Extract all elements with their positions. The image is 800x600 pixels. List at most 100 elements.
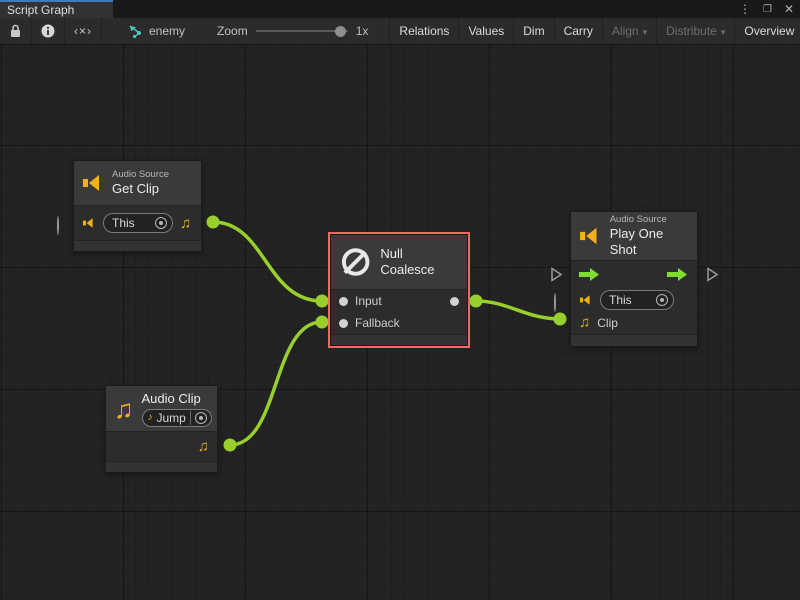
dim-button[interactable]: Dim [514, 18, 554, 44]
target-object-field[interactable]: This [600, 290, 674, 310]
target-value: This [609, 293, 650, 307]
align-label: Align [612, 24, 639, 38]
green-arrow-icon [667, 267, 689, 282]
result-output-port[interactable] [450, 297, 459, 306]
flow-input-triangle[interactable] [550, 267, 563, 282]
audio-source-icon-small [82, 217, 96, 229]
wire-endpoint[interactable] [207, 216, 220, 229]
wire-endpoint[interactable] [470, 295, 483, 308]
node-header: Audio Source Get Clip [74, 161, 201, 206]
node-footer [571, 334, 697, 346]
node-get-clip[interactable]: Audio Source Get Clip This ♫ [73, 160, 202, 252]
target-row: This [571, 288, 697, 311]
distribute-label: Distribute [666, 24, 717, 38]
overview-label: Overview [744, 24, 794, 38]
wire-audioclip-to-fallback[interactable] [230, 322, 322, 445]
zoom-value: 1x [356, 24, 369, 38]
target-value: This [112, 216, 149, 230]
node-title: Play One Shot [610, 226, 689, 258]
zoom-slider-handle[interactable] [335, 26, 346, 37]
triangle-port-icon [550, 267, 563, 282]
music-note-icon: ♪ [148, 413, 153, 423]
null-coalesce-icon [339, 245, 372, 279]
graph-pointer-icon [129, 25, 143, 38]
script-graph-window: Script Graph ⋮ ❐ ✕ ‹×› [0, 0, 800, 600]
wire-output-to-clip[interactable] [476, 301, 560, 319]
maximize-icon[interactable]: ❐ [763, 4, 772, 15]
node-port-row: ♫ [106, 432, 217, 461]
target-object-field[interactable]: This [103, 213, 173, 233]
audio-clip-icon: ♫ [114, 396, 134, 422]
flow-output-port[interactable] [667, 267, 689, 282]
object-picker-icon[interactable] [656, 294, 668, 306]
wire-endpoint[interactable] [316, 295, 329, 308]
wire-endpoint[interactable] [316, 316, 329, 329]
node-footer [331, 334, 467, 345]
graph-canvas[interactable]: Audio Source Get Clip This ♫ [0, 45, 800, 600]
node-title: Get Clip [112, 181, 169, 197]
align-dropdown[interactable]: Align ▾ [603, 18, 657, 44]
node-footer [106, 461, 217, 472]
wire-endpoint[interactable] [224, 439, 237, 452]
this-input-port[interactable] [554, 294, 556, 312]
relations-button[interactable]: Relations [389, 18, 459, 44]
inspect-button[interactable] [32, 18, 65, 44]
this-input-port[interactable] [57, 217, 59, 235]
object-picker-icon[interactable] [155, 217, 167, 229]
relations-label: Relations [399, 24, 449, 38]
zoom-slider[interactable] [256, 24, 348, 38]
carry-label: Carry [564, 24, 593, 38]
wire-endpoint[interactable] [554, 313, 567, 326]
node-header: Audio Source Play One Shot [571, 212, 697, 261]
input-port-row: Input [331, 290, 467, 312]
node-header: ♫ Audio Clip ♪ Jump [106, 386, 217, 432]
tab-bar: Script Graph ⋮ ❐ ✕ [0, 0, 800, 18]
values-button[interactable]: Values [459, 18, 514, 44]
circle-port-icon [57, 216, 59, 235]
menu-kebab-icon[interactable]: ⋮ [739, 2, 751, 16]
node-play-one-shot[interactable]: Audio Source Play One Shot [570, 211, 698, 347]
control-flow-row [571, 261, 697, 288]
graph-name-label: enemy [149, 24, 185, 38]
variable-field[interactable]: ♪ Jump [142, 409, 212, 427]
wire-getclip-to-input[interactable] [213, 222, 322, 301]
dim-label: Dim [523, 24, 544, 38]
audio-clip-output-port[interactable]: ♫ [198, 439, 209, 454]
node-title: Audio Clip [142, 391, 212, 407]
close-icon[interactable]: ✕ [784, 2, 794, 16]
window-controls: ⋮ ❐ ✕ [739, 0, 794, 18]
divider [190, 411, 191, 425]
code-icon: ‹×› [74, 24, 92, 38]
clip-input-port[interactable]: ♫ [579, 315, 590, 330]
audio-source-icon [579, 225, 602, 247]
node-null-coalesce[interactable]: Null Coalesce Input Fallback [330, 234, 468, 346]
input-port[interactable] [339, 297, 348, 306]
tab-title: Script Graph [7, 3, 74, 17]
lock-button[interactable] [0, 18, 32, 44]
triangle-port-icon [706, 267, 719, 282]
input-label: Input [355, 294, 382, 308]
flow-input-port[interactable] [579, 267, 601, 282]
code-view-button[interactable]: ‹×› [65, 18, 102, 44]
chevron-down-icon: ▾ [643, 27, 648, 38]
distribute-dropdown[interactable]: Distribute ▾ [657, 18, 735, 44]
node-title: Null Coalesce [380, 246, 459, 278]
circle-port-icon [554, 293, 556, 312]
zoom-control: Zoom 1x [208, 18, 377, 44]
overview-button[interactable]: Overview [735, 18, 800, 44]
object-picker-icon[interactable] [195, 412, 207, 424]
graph-breadcrumb[interactable]: enemy [120, 18, 194, 44]
clip-label: Clip [597, 316, 618, 330]
node-audio-clip-variable[interactable]: ♫ Audio Clip ♪ Jump ♫ [105, 385, 218, 473]
fallback-port[interactable] [339, 319, 348, 328]
variable-name: Jump [157, 411, 186, 425]
carry-button[interactable]: Carry [555, 18, 603, 44]
values-label: Values [468, 24, 504, 38]
zoom-label: Zoom [217, 24, 248, 38]
tab-script-graph[interactable]: Script Graph [0, 0, 113, 18]
audio-source-icon [82, 173, 104, 193]
flow-output-triangle[interactable] [706, 267, 719, 282]
audio-clip-output-port[interactable]: ♫ [180, 216, 191, 231]
graph-toolbar: ‹×› enemy Zoom 1x Relations Values [0, 18, 800, 45]
green-arrow-icon [579, 267, 601, 282]
